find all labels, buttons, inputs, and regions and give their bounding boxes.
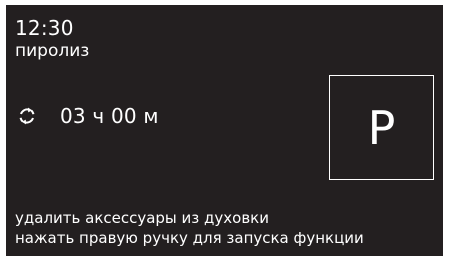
function-name: пиролиз [15,41,90,61]
instruction-line: нажать правую ручку для запуска функции [15,229,364,247]
program-letter: P [367,100,396,155]
instruction-line: удалить аксессуары из духовки [15,209,269,227]
duration-row: 03 ч 00 м [18,103,159,129]
duration-value: 03 ч 00 м [60,104,159,128]
instructions: удалить аксессуары из духовки нажать пра… [15,208,364,248]
cycle-arrows-icon [19,107,35,125]
clock-time: 12:30 [15,16,74,40]
program-indicator: P [329,75,434,180]
oven-display-screen: 12:30 пиролиз 03 ч 00 м P удалить аксесс… [6,5,443,256]
